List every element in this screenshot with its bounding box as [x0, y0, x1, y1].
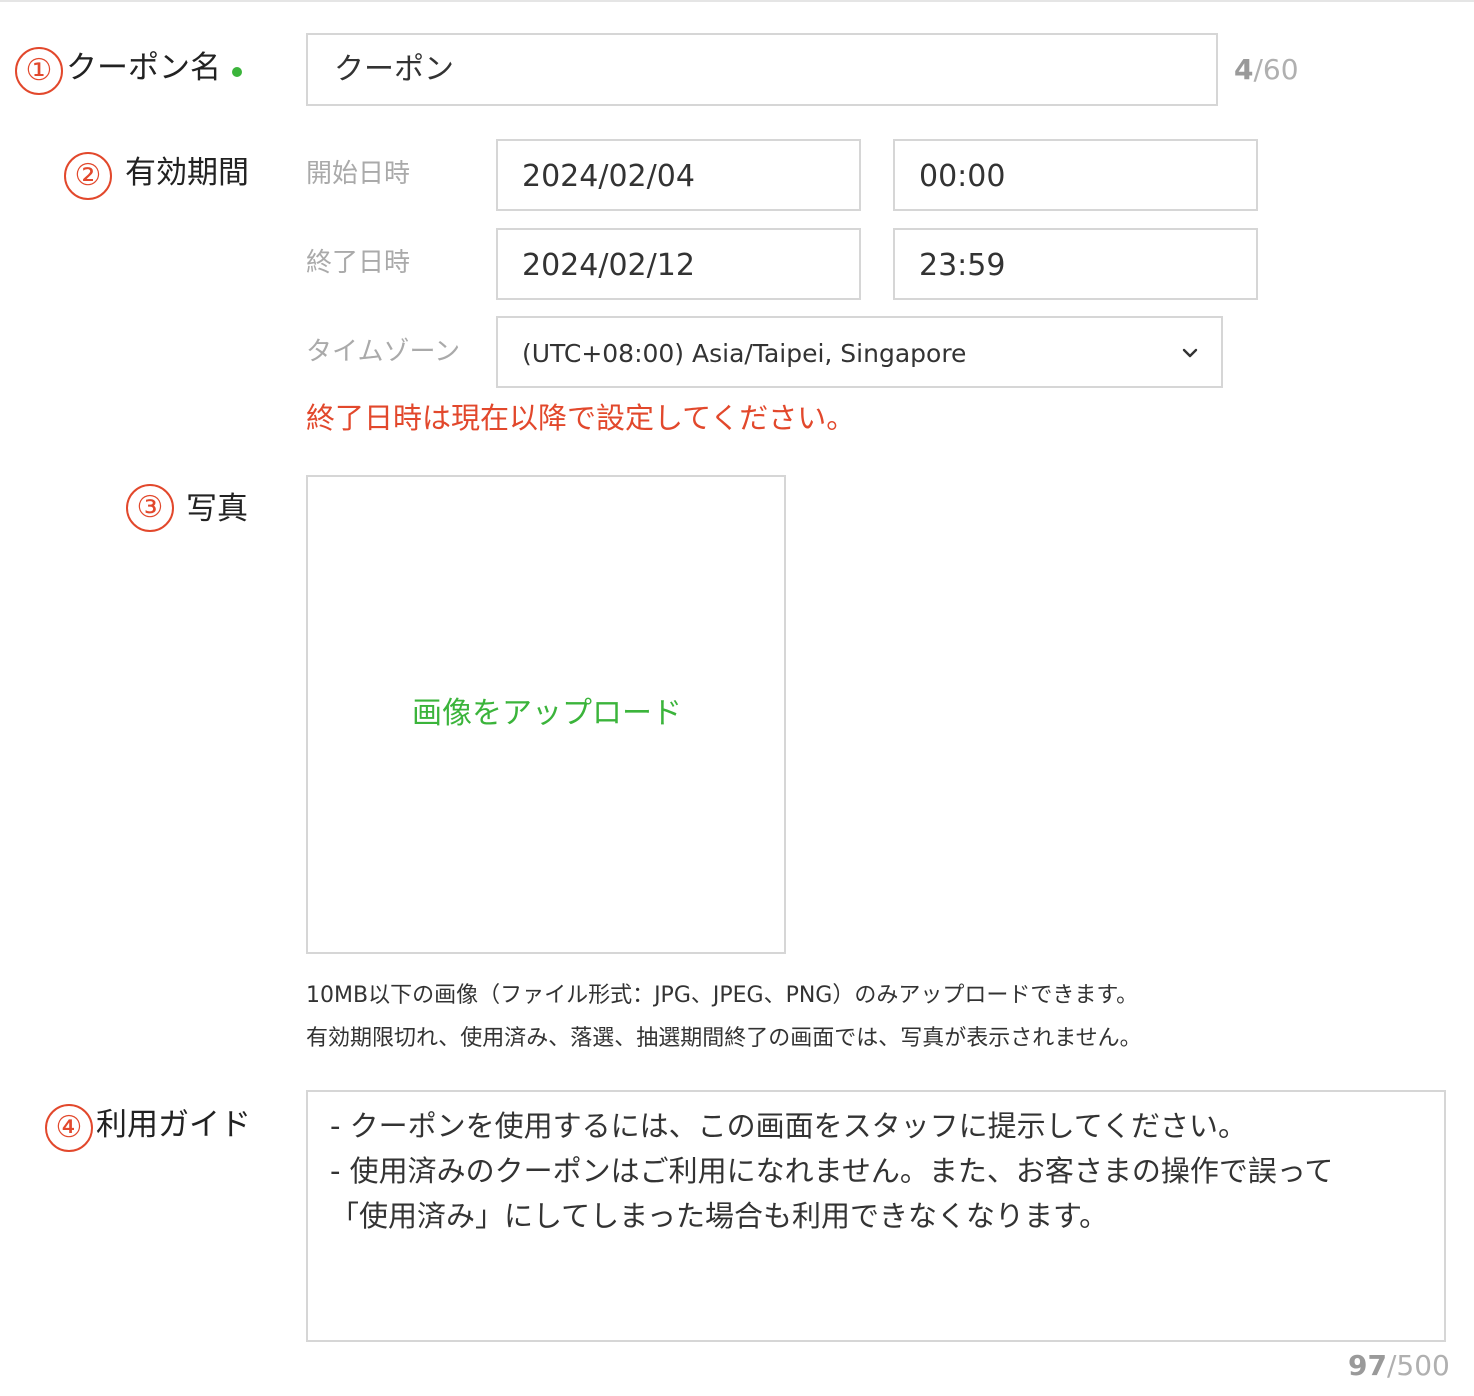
end-date-value: 2024/02/12: [522, 248, 695, 283]
start-date-value: 2024/02/04: [522, 159, 695, 194]
end-datetime-label: 終了日時: [306, 248, 411, 278]
coupon-name-counter: 4/60: [1234, 56, 1299, 84]
usage-guide-max: /500: [1386, 1349, 1450, 1382]
image-upload-area[interactable]: 画像をアップロード: [306, 475, 786, 954]
upload-image-link[interactable]: 画像をアップロード: [412, 699, 682, 729]
end-date-input[interactable]: 2024/02/12: [496, 228, 861, 300]
photo-note-visibility: 有効期限切れ、使用済み、落選、抽選期間終了の画面では、写真が表示されません。: [306, 1026, 1142, 1051]
photo-label: 写真: [186, 491, 248, 527]
required-dot-icon: [232, 67, 242, 77]
start-time-value: 00:00: [919, 159, 1006, 194]
timezone-label: タイムゾーン: [306, 337, 461, 367]
validity-error: 終了日時は現在以降で設定してください。: [306, 401, 856, 435]
start-datetime-label: 開始日時: [306, 159, 411, 189]
usage-guide-count: 97: [1348, 1349, 1387, 1382]
coupon-name-value: クーポン: [334, 52, 454, 87]
usage-guide-label: 利用ガイド: [96, 1107, 251, 1143]
validity-label: 有効期間: [125, 155, 249, 191]
coupon-name-count: 4: [1234, 53, 1254, 86]
usage-guide-text: - クーポンを使用するには、この画面をスタッフに提示してください。 - 使用済み…: [330, 1109, 1334, 1233]
coupon-name-input[interactable]: クーポン: [306, 33, 1218, 106]
coupon-name-label: クーポン名: [66, 50, 221, 86]
step-4-marker: ④: [45, 1104, 93, 1152]
usage-guide-textarea[interactable]: - クーポンを使用するには、この画面をスタッフに提示してください。 - 使用済み…: [306, 1090, 1446, 1342]
step-3-marker: ③: [126, 484, 174, 532]
usage-guide-counter: 97/500: [1348, 1352, 1450, 1380]
coupon-name-max: /60: [1253, 53, 1299, 86]
step-2-marker: ②: [64, 152, 112, 200]
start-date-input[interactable]: 2024/02/04: [496, 139, 861, 211]
step-1-marker: ①: [15, 47, 63, 95]
chevron-down-icon: [1182, 348, 1198, 358]
end-time-input[interactable]: 23:59: [893, 228, 1258, 300]
start-time-input[interactable]: 00:00: [893, 139, 1258, 211]
timezone-select[interactable]: (UTC+08:00) Asia/Taipei, Singapore: [496, 316, 1223, 388]
top-divider: [0, 0, 1474, 2]
timezone-value: (UTC+08:00) Asia/Taipei, Singapore: [522, 339, 967, 368]
end-time-value: 23:59: [919, 248, 1006, 283]
photo-note-filesize: 10MB以下の画像（ファイル形式：JPG、JPEG、PNG）のみアップロードでき…: [306, 983, 1139, 1008]
